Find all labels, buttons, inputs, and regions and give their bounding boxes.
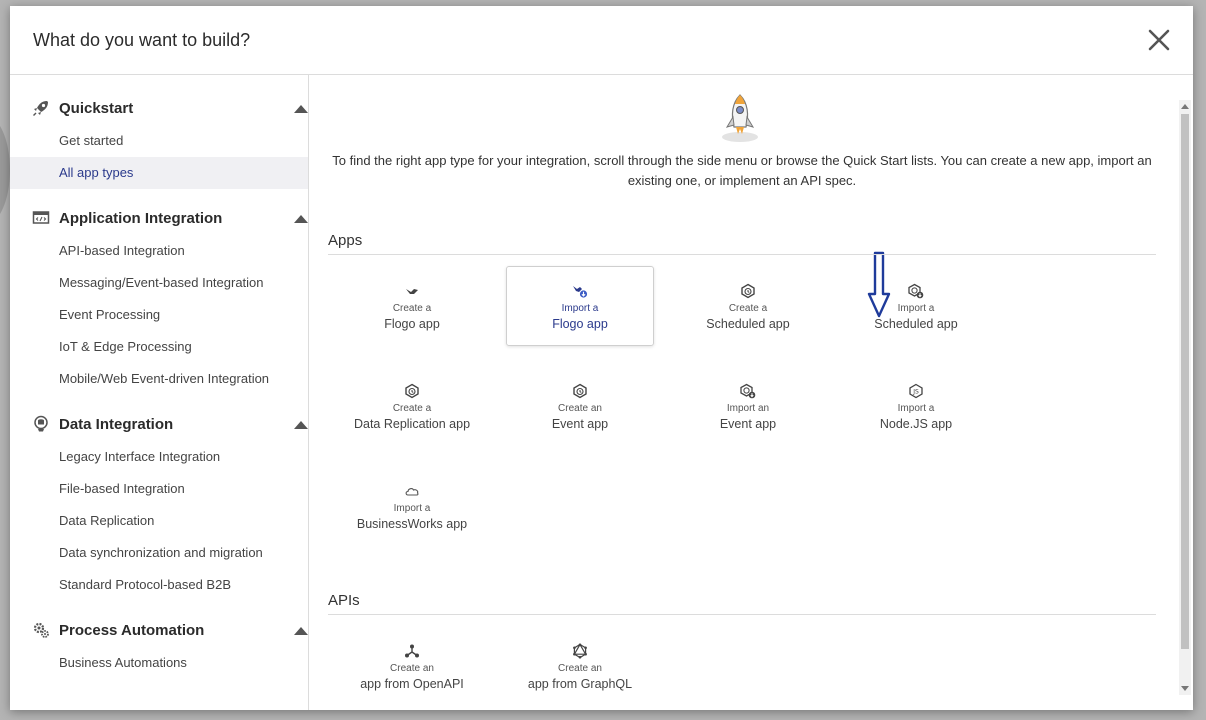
hexagon-clock-import-icon [908,283,924,299]
rocket-icon [33,101,48,116]
tile-label: Scheduled app [874,317,958,331]
tile-caption: Import an [726,403,770,414]
tile-caption: Create an [558,663,602,674]
section-title: Process Automation [59,622,205,639]
sidebar-item-iot-edge-processing[interactable]: IoT & Edge Processing [10,331,308,363]
tile-import-nodejs-app[interactable]: JS Import a Node.JS app [842,366,990,446]
sidebar-item-messaging-event-integration[interactable]: Messaging/Event-based Integration [10,267,308,299]
tile-import-scheduled-app[interactable]: Import a Scheduled app [842,266,990,346]
gears-icon [33,622,49,638]
section-data-integration: Data Integration Legacy Interface Integr… [10,409,308,601]
tile-label: Scheduled app [706,317,790,331]
collapse-caret-icon[interactable] [294,421,308,429]
scroll-down-arrow-icon[interactable] [1181,686,1189,691]
intro-text: To find the right app type for your inte… [332,153,1152,188]
apis-heading: APIs [328,592,360,609]
background-avatar [0,115,10,225]
dialog-header: What do you want to build? [10,6,1193,75]
section-title: Application Integration [59,210,223,227]
tile-caption: Import a [897,303,935,314]
tile-import-businessworks-app[interactable]: Import a BusinessWorks app [338,466,486,546]
tile-create-scheduled-app[interactable]: Create a Scheduled app [674,266,822,346]
hexagon-clock-icon [405,383,419,399]
section-title: Data Integration [59,416,174,433]
tile-caption: Create a [728,303,768,314]
sidebar-item-get-started[interactable]: Get started [10,125,308,157]
openapi-nodes-icon [405,644,419,658]
collapse-caret-icon[interactable] [294,627,308,635]
section-title: Quickstart [59,100,134,117]
sidebar-item-standard-protocol-b2b[interactable]: Standard Protocol-based B2B [10,569,308,601]
section-header-application-integration[interactable]: Application Integration [10,203,308,235]
app-type-panel: To find the right app type for your inte… [309,75,1193,710]
tile-create-event-app[interactable]: Create an Event app [506,366,654,446]
hexagon-clock-icon [741,283,755,299]
svg-text:JS: JS [912,389,919,396]
tile-import-flogo-app[interactable]: Import a Flogo app [506,266,654,346]
apps-divider [328,254,1156,255]
sidebar-item-api-based-integration[interactable]: API-based Integration [10,235,308,267]
sidebar-item-legacy-interface[interactable]: Legacy Interface Integration [10,441,308,473]
sidebar: Quickstart Get started All app types App… [10,75,309,710]
sidebar-item-event-processing[interactable]: Event Processing [10,299,308,331]
graphql-icon [573,643,587,659]
tile-caption: Import a [897,403,935,414]
apis-divider [328,614,1156,615]
section-header-data-integration[interactable]: Data Integration [10,409,308,441]
tile-create-graphql-app[interactable]: Create an app from GraphQL [506,626,654,706]
tile-label: app from OpenAPI [360,677,464,691]
tile-label: BusinessWorks app [356,517,468,531]
dialog-title: What do you want to build? [33,30,251,50]
sidebar-item-data-replication[interactable]: Data Replication [10,505,308,537]
tile-create-data-replication-app[interactable]: Create a Data Replication app [338,366,486,446]
section-header-quickstart[interactable]: Quickstart [10,93,308,125]
tile-create-flogo-app[interactable]: Create a Flogo app [338,266,486,346]
flogo-bird-icon [406,289,418,294]
tile-label: app from GraphQL [527,677,633,691]
section-quickstart: Quickstart Get started All app types [10,93,308,189]
section-header-process-automation[interactable]: Process Automation [10,615,308,647]
sidebar-item-data-sync-migration[interactable]: Data synchronization and migration [10,537,308,569]
rocket-illustration-icon [722,94,758,142]
code-window-icon [32,211,50,224]
flogo-import-icon [573,286,588,298]
sidebar-item-all-app-types[interactable]: All app types [10,157,308,189]
cloud-icon [405,488,419,496]
scroll-thumb[interactable] [1181,114,1189,649]
section-application-integration: Application Integration API-based Integr… [10,203,308,395]
tile-caption: Create an [390,663,434,674]
collapse-caret-icon[interactable] [294,105,308,113]
nodejs-icon: JS [909,383,923,399]
tile-caption: Create a [392,303,432,314]
close-button[interactable] [1145,26,1173,54]
tile-create-openapi-app[interactable]: Create an app from OpenAPI [338,626,486,706]
scroll-up-arrow-icon[interactable] [1181,104,1189,109]
tile-label: Flogo app [384,317,440,331]
database-icon [34,415,48,432]
hexagon-clock-icon [573,383,587,399]
apps-heading: Apps [328,232,363,249]
tile-label: Event app [551,417,609,431]
tile-import-event-app[interactable]: Import an Event app [674,366,822,446]
section-process-automation: Process Automation Business Automations [10,615,308,679]
vertical-scrollbar[interactable] [1179,100,1191,695]
tile-label: Event app [719,417,777,431]
close-icon [1148,29,1170,51]
build-dialog: What do you want to build? Quickstart Ge… [10,6,1193,710]
sidebar-item-file-based[interactable]: File-based Integration [10,473,308,505]
tile-label: Flogo app [552,317,608,331]
tile-caption: Import a [561,303,599,314]
tile-caption: Create a [392,403,432,414]
tile-label: Node.JS app [879,417,953,431]
tile-caption: Create an [558,403,602,414]
collapse-caret-icon[interactable] [294,215,308,223]
tile-caption: Import a [393,503,431,514]
tile-label: Data Replication app [353,417,471,431]
sidebar-item-business-automations[interactable]: Business Automations [10,647,308,679]
sidebar-item-mobile-web-integration[interactable]: Mobile/Web Event-driven Integration [10,363,308,395]
hexagon-clock-import-icon [740,383,756,399]
